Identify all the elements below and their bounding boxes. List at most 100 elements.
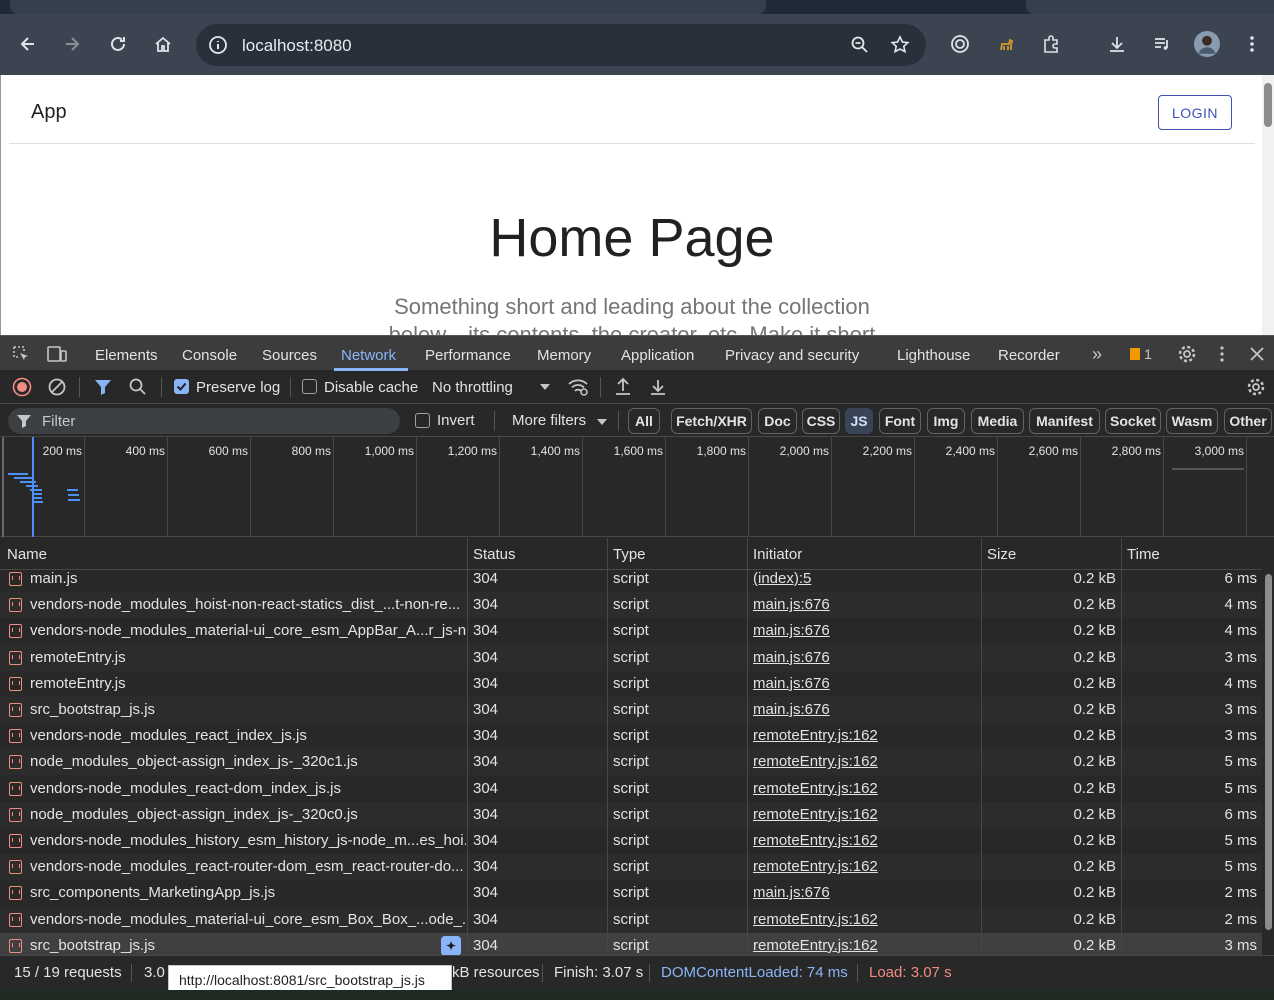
devtools-menu-icon[interactable] — [1212, 343, 1232, 365]
column-divider[interactable] — [607, 538, 608, 951]
media-queue-icon[interactable] — [1146, 28, 1178, 60]
tab-privacy-security[interactable]: Privacy and security — [725, 347, 859, 364]
invert-label[interactable]: Invert — [437, 412, 475, 429]
type-filter-js[interactable]: JS — [845, 408, 873, 434]
requests-scrollbar[interactable] — [1262, 538, 1274, 951]
device-toolbar-icon[interactable] — [46, 344, 68, 364]
column-divider[interactable] — [467, 538, 468, 951]
tab-recorder[interactable]: Recorder — [998, 347, 1060, 364]
column-header-type[interactable]: Type — [613, 546, 646, 563]
type-filter-all[interactable]: All — [628, 408, 660, 434]
table-row[interactable]: node_modules_object-assign_index_js-_320… — [0, 749, 1262, 776]
request-name[interactable]: vendors-node_modules_material-ui_core_es… — [30, 622, 466, 639]
column-header-initiator[interactable]: Initiator — [753, 546, 802, 563]
request-name[interactable]: main.js — [30, 570, 466, 587]
table-row[interactable]: remoteEntry.js 304 script main.js:676 0.2 kB… — [0, 644, 1262, 671]
request-initiator-link[interactable]: remoteEntry.js:162 — [753, 832, 878, 849]
type-filter-wasm[interactable]: Wasm — [1166, 408, 1218, 434]
inspect-element-icon[interactable] — [10, 344, 32, 364]
preserve-log-checkbox[interactable] — [174, 379, 189, 394]
clear-icon[interactable] — [46, 376, 68, 398]
extensions-puzzle-icon[interactable] — [1035, 28, 1067, 60]
address-bar[interactable]: localhost:8080 — [196, 24, 926, 66]
request-initiator-link[interactable]: remoteEntry.js:162 — [753, 780, 878, 797]
export-har-icon[interactable] — [647, 376, 669, 398]
table-row[interactable]: vendors-node_modules_react-dom_index_js.… — [0, 776, 1262, 802]
table-row[interactable]: vendors-node_modules_react-router-dom_es… — [0, 854, 1262, 881]
login-button[interactable]: LOGIN — [1158, 95, 1232, 130]
disable-cache-checkbox[interactable] — [302, 379, 317, 394]
table-row[interactable]: vendors-node_modules_material-ui_core_es… — [0, 906, 1262, 933]
back-icon[interactable] — [12, 28, 44, 60]
table-row[interactable]: vendors-node_modules_hoist-non-react-sta… — [0, 592, 1262, 619]
tab-console[interactable]: Console — [182, 347, 237, 364]
more-tabs-chevron-icon[interactable]: » — [1087, 344, 1107, 364]
throttling-select[interactable]: No throttling — [432, 379, 513, 396]
url-text[interactable]: localhost:8080 — [242, 36, 352, 56]
tab-lighthouse[interactable]: Lighthouse — [897, 347, 970, 364]
table-row[interactable]: src_bootstrap_js.js 304 script main.js:676 0… — [0, 697, 1262, 723]
requests-scrollbar-thumb[interactable] — [1265, 574, 1272, 930]
request-initiator-link[interactable]: main.js:676 — [753, 622, 830, 639]
table-row[interactable]: remoteEntry.js 304 script main.js:676 0.2 kB… — [0, 671, 1262, 697]
request-initiator-link[interactable]: remoteEntry.js:162 — [753, 753, 878, 770]
tab-memory[interactable]: Memory — [537, 347, 591, 364]
column-header-size[interactable]: Size — [987, 546, 1016, 563]
network-settings-gear-icon[interactable] — [1245, 376, 1267, 398]
request-name[interactable]: vendors-node_modules_react_index_js.js — [30, 727, 466, 744]
request-initiator-link[interactable]: remoteEntry.js:162 — [753, 911, 878, 928]
disable-cache-label[interactable]: Disable cache — [324, 379, 418, 396]
filter-funnel-icon[interactable] — [92, 376, 114, 398]
column-header-status[interactable]: Status — [473, 546, 516, 563]
network-overview-timeline[interactable]: 200 ms 400 ms 600 ms 800 ms 1,000 ms 1,2… — [0, 437, 1274, 537]
download-icon[interactable] — [1101, 28, 1133, 60]
type-filter-other[interactable]: Other — [1224, 408, 1272, 434]
type-filter-doc[interactable]: Doc — [758, 408, 797, 434]
tab-network[interactable]: Network — [341, 347, 396, 364]
reload-icon[interactable] — [102, 28, 134, 60]
bookmark-star-icon[interactable] — [890, 35, 910, 60]
request-name[interactable]: node_modules_object-assign_index_js-_320… — [30, 806, 466, 823]
request-name[interactable]: src_bootstrap_js.js — [30, 937, 466, 954]
site-info-icon[interactable] — [206, 33, 230, 57]
type-filter-socket[interactable]: Socket — [1105, 408, 1161, 434]
more-filters-dropdown-icon[interactable] — [596, 417, 608, 427]
request-name[interactable]: vendors-node_modules_history_esm_history… — [30, 832, 466, 849]
table-row[interactable]: vendors-node_modules_material-ui_core_es… — [0, 618, 1262, 644]
type-filter-manifest[interactable]: Manifest — [1029, 408, 1100, 434]
request-name[interactable]: src_components_MarketingApp_js.js — [30, 884, 466, 901]
invert-checkbox[interactable] — [415, 413, 430, 428]
request-initiator-link[interactable]: remoteEntry.js:162 — [753, 937, 878, 954]
request-initiator-link[interactable]: main.js:676 — [753, 701, 830, 718]
more-filters-button[interactable]: More filters — [512, 412, 586, 429]
column-divider[interactable] — [747, 538, 748, 951]
type-filter-media[interactable]: Media — [971, 408, 1024, 434]
column-header-time[interactable]: Time — [1127, 546, 1160, 563]
column-header-name[interactable]: Name — [7, 546, 47, 563]
table-row[interactable]: vendors-node_modules_history_esm_history… — [0, 828, 1262, 854]
ai-assistance-icon[interactable]: ✦ — [441, 935, 461, 956]
close-devtools-icon[interactable] — [1246, 343, 1268, 365]
table-row[interactable]: src_components_MarketingApp_js.js 304 scri… — [0, 880, 1262, 906]
request-initiator-link[interactable]: remoteEntry.js:162 — [753, 806, 878, 823]
table-row[interactable]: main.js 304 script (index):5 0.2 kB 6 ms — [0, 566, 1262, 592]
browser-tab[interactable] — [10, 0, 766, 14]
column-divider[interactable] — [1121, 538, 1122, 951]
type-filter-fetch-xhr[interactable]: Fetch/XHR — [671, 408, 752, 434]
request-initiator-link[interactable]: main.js:676 — [753, 596, 830, 613]
network-conditions-icon[interactable] — [566, 376, 590, 398]
request-name[interactable]: vendors-node_modules_react-dom_index_js.… — [30, 780, 466, 797]
request-initiator-link[interactable]: main.js:676 — [753, 884, 830, 901]
tab-sources[interactable]: Sources — [262, 347, 317, 364]
tab-elements[interactable]: Elements — [95, 347, 158, 364]
request-name[interactable]: vendors-node_modules_hoist-non-react-sta… — [30, 596, 466, 613]
request-initiator-link[interactable]: (index):5 — [753, 570, 811, 587]
tab-performance[interactable]: Performance — [425, 347, 511, 364]
page-scrollbar-thumb[interactable] — [1264, 83, 1272, 127]
preserve-log-label[interactable]: Preserve log — [196, 379, 280, 396]
column-divider[interactable] — [981, 538, 982, 951]
table-row[interactable]: node_modules_object-assign_index_js-_320… — [0, 801, 1262, 828]
record-stop-icon[interactable] — [11, 376, 33, 398]
search-icon[interactable] — [127, 376, 149, 398]
request-initiator-link[interactable]: main.js:676 — [753, 649, 830, 666]
